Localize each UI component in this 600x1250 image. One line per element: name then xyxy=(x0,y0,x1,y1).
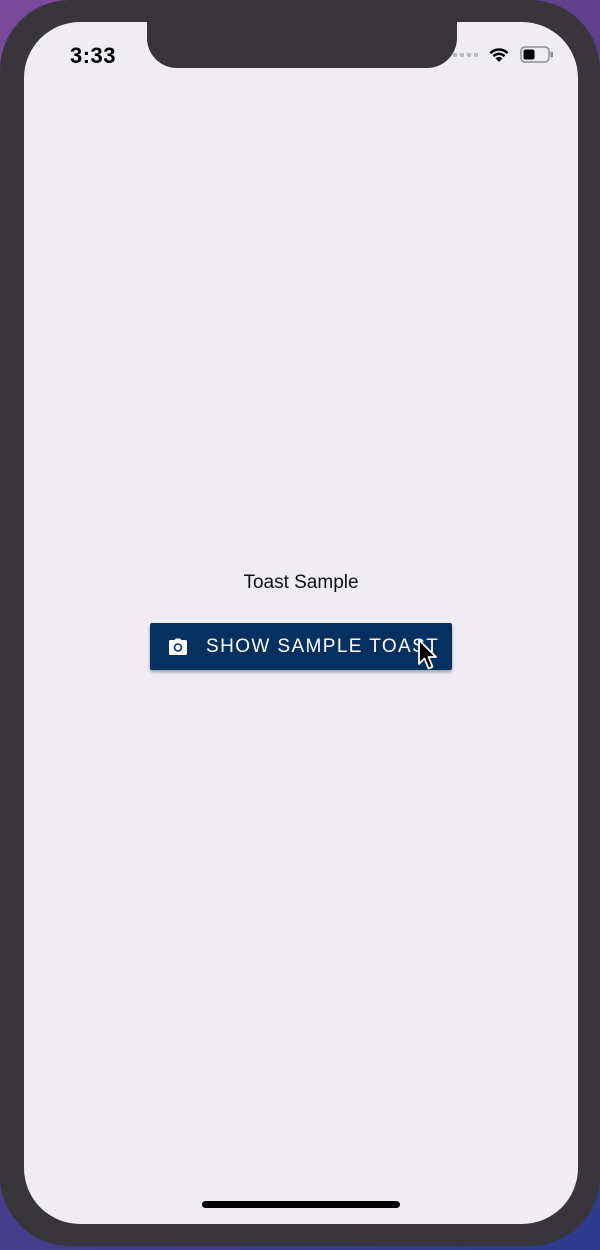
camera-icon xyxy=(169,638,187,655)
home-indicator[interactable] xyxy=(202,1201,400,1208)
app-screen: 3:33 Toast Sample SHOW SAMPLE TOAST xyxy=(24,22,578,1224)
battery-icon xyxy=(520,46,554,63)
show-sample-toast-label: SHOW SAMPLE TOAST xyxy=(206,635,440,657)
mouse-pointer-icon xyxy=(418,639,437,670)
device-notch xyxy=(147,22,457,68)
page-title: Toast Sample xyxy=(243,572,359,593)
status-time: 3:33 xyxy=(70,43,117,68)
status-icons xyxy=(453,46,554,63)
device-frame: 3:33 Toast Sample SHOW SAMPLE TOAST xyxy=(0,0,600,1246)
cellular-signal-icon xyxy=(453,52,478,57)
show-sample-toast-button[interactable]: SHOW SAMPLE TOAST xyxy=(150,623,452,670)
wifi-icon xyxy=(488,46,510,63)
